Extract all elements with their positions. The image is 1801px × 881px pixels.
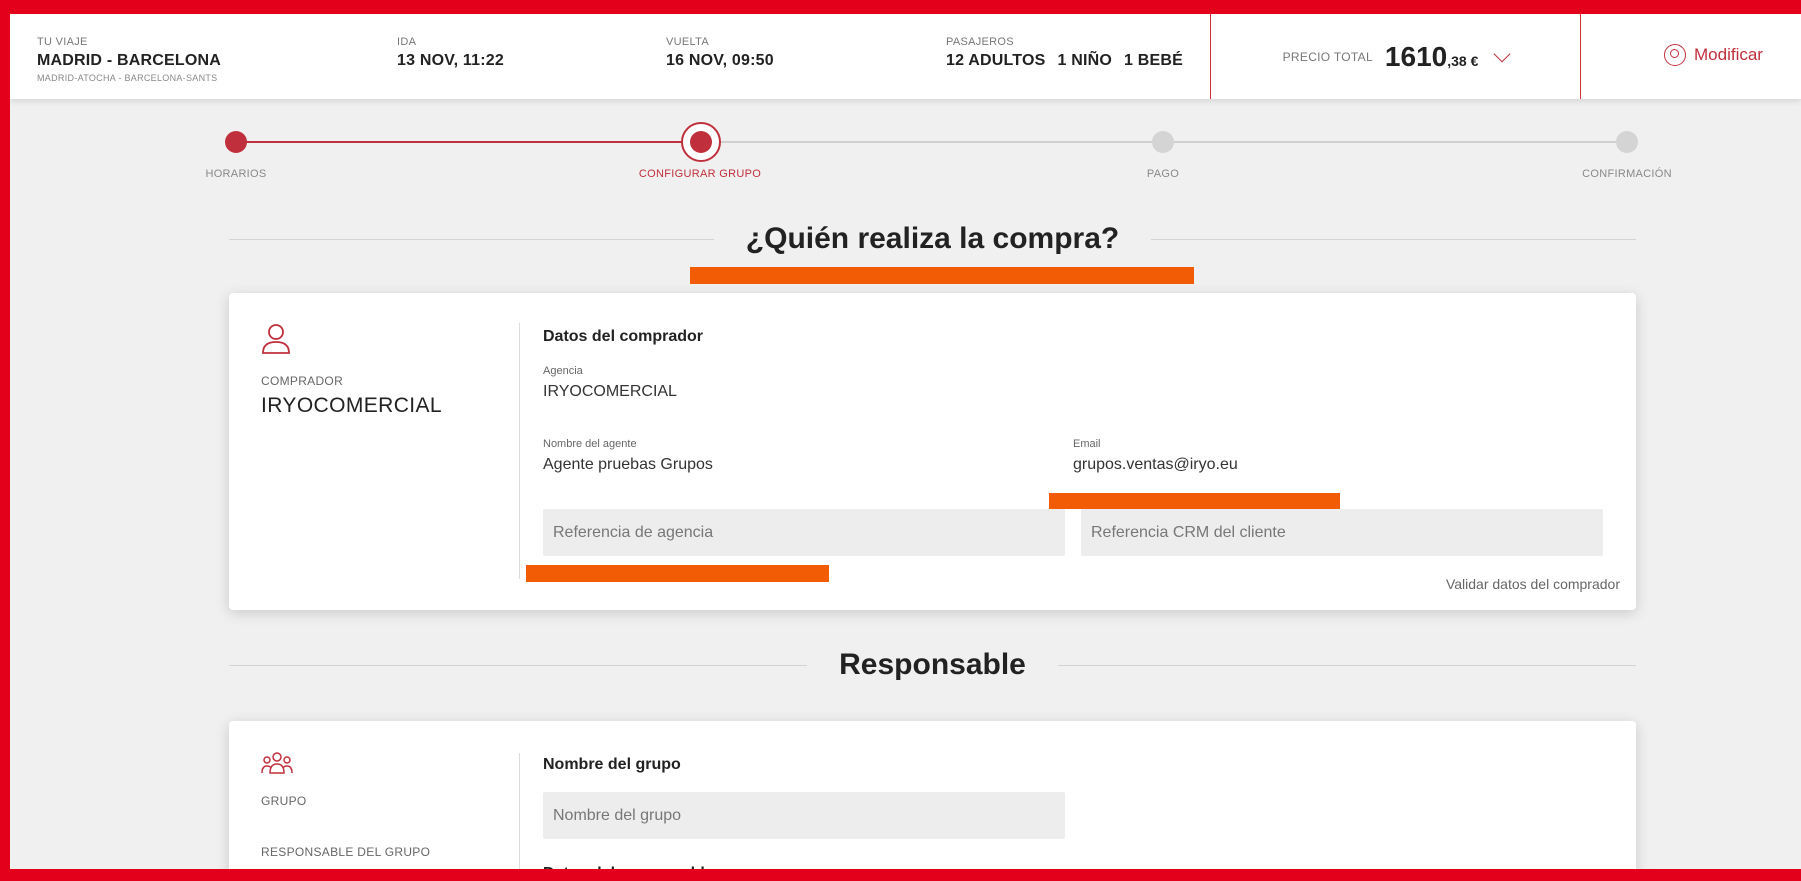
trip-summary-bar: TU VIAJE MADRID - BARCELONA MADRID-ATOCH… [10,14,1801,99]
user-icon [262,324,290,354]
group-label: GRUPO [261,794,307,808]
email-label: Email [1073,438,1101,450]
buyer-name: IRYOCOMERCIAL [261,394,443,417]
validate-buyer-link[interactable]: Validar datos del comprador [1446,576,1620,592]
step-dot-horarios[interactable] [225,131,247,153]
trip-label: TU VIAJE [37,36,88,48]
step-label-confirmacion: CONFIRMACIÓN [1582,168,1672,180]
return-date: 16 NOV, 09:50 [666,52,774,69]
card-divider [519,323,520,579]
responsible-data-title: Datos del responsable [543,865,714,881]
outbound-label: IDA [397,36,417,48]
buyer-card: COMPRADOR IRYOCOMERCIAL Datos del compra… [229,293,1636,610]
return-label: VUELTA [666,36,709,48]
passengers-label: PASAJEROS [946,36,1014,48]
passengers-info: PASAJEROS 12 ADULTOS 1 NIÑO 1 BEBÉ [946,36,1195,70]
card-divider [519,753,520,881]
responsible-section-heading: Responsable [229,645,1637,685]
agent-field: Nombre del agente Agente pruebas Grupos [543,438,713,474]
buyer-summary: COMPRADOR IRYOCOMERCIAL [261,323,501,418]
crm-reference-input[interactable] [1081,509,1603,556]
step-label-horarios: HORARIOS [205,168,267,180]
agency-reference-input[interactable] [543,509,1065,556]
infants-count: 1 BEBÉ [1124,52,1184,69]
step-label-configurar-grupo: CONFIGURAR GRUPO [638,168,762,180]
buyer-section-title: ¿Quién realiza la compra? [745,222,1120,255]
trip-route: MADRID - BARCELONA [37,52,222,69]
search-refresh-icon [1664,44,1686,66]
passenger-counts: 12 ADULTOS 1 NIÑO 1 BEBÉ [946,52,1195,70]
group-name-title: Nombre del grupo [543,756,681,773]
agency-field: Agencia IRYOCOMERCIAL [543,365,677,401]
group-icon [261,752,293,774]
total-price-toggle[interactable]: PRECIO TOTAL 1610,38 € [1210,14,1581,99]
modify-label: Modificar [1694,45,1763,64]
trip-info: TU VIAJE MADRID - BARCELONA MADRID-ATOCH… [37,36,221,83]
buyer-section-heading: ¿Quién realiza la compra? [229,219,1637,259]
responsible-section-title: Responsable [839,648,1026,681]
email-field: Email grupos.ventas@iryo.eu [1073,438,1238,474]
group-name-input[interactable] [543,792,1065,839]
email-value: grupos.ventas@iryo.eu [1073,456,1238,473]
children-count: 1 NIÑO [1057,52,1113,69]
buyer-role-label: COMPRADOR [261,374,344,388]
agent-label: Nombre del agente [543,438,637,450]
agent-value: Agente pruebas Grupos [543,456,713,473]
buyer-data-title: Datos del comprador [543,328,704,345]
progress-track-done [236,141,700,143]
group-summary: GRUPO RESPONSABLE DEL GRUPO [261,751,501,859]
redaction-bar [690,267,1194,284]
agency-label: Agencia [543,365,583,377]
trip-stations: MADRID-ATOCHA - BARCELONA-SANTS [37,73,218,83]
outbound-date: 13 NOV, 11:22 [397,52,504,69]
redaction-bar [526,565,829,582]
redaction-bar [1049,493,1340,509]
frame-top-border [0,0,1801,14]
progress-stepper: HORARIOS CONFIGURAR GRUPO PAGO CONFIRMAC… [0,120,1801,190]
step-dot-pago [1152,131,1174,153]
price-amount: 1610,38 € [1385,41,1478,73]
price-label: PRECIO TOTAL [1282,49,1373,64]
step-label-pago: PAGO [1146,168,1180,180]
responsible-card: GRUPO RESPONSABLE DEL GRUPO Nombre del g… [229,721,1636,881]
price-decimal: ,38 € [1447,52,1479,69]
group-responsible-label: RESPONSABLE DEL GRUPO [261,845,431,859]
return-info: VUELTA 16 NOV, 09:50 [666,36,774,70]
price-integer: 1610 [1384,40,1448,72]
step-dot-current-inner [690,131,712,153]
modify-button[interactable]: Modificar [1664,44,1763,66]
step-dot-configurar-grupo [681,122,721,162]
chevron-down-icon [1493,45,1511,62]
agency-value: IRYOCOMERCIAL [543,383,677,400]
step-dot-confirmacion [1616,131,1638,153]
outbound-info: IDA 13 NOV, 11:22 [397,36,504,70]
adults-count: 12 ADULTOS [946,52,1046,69]
